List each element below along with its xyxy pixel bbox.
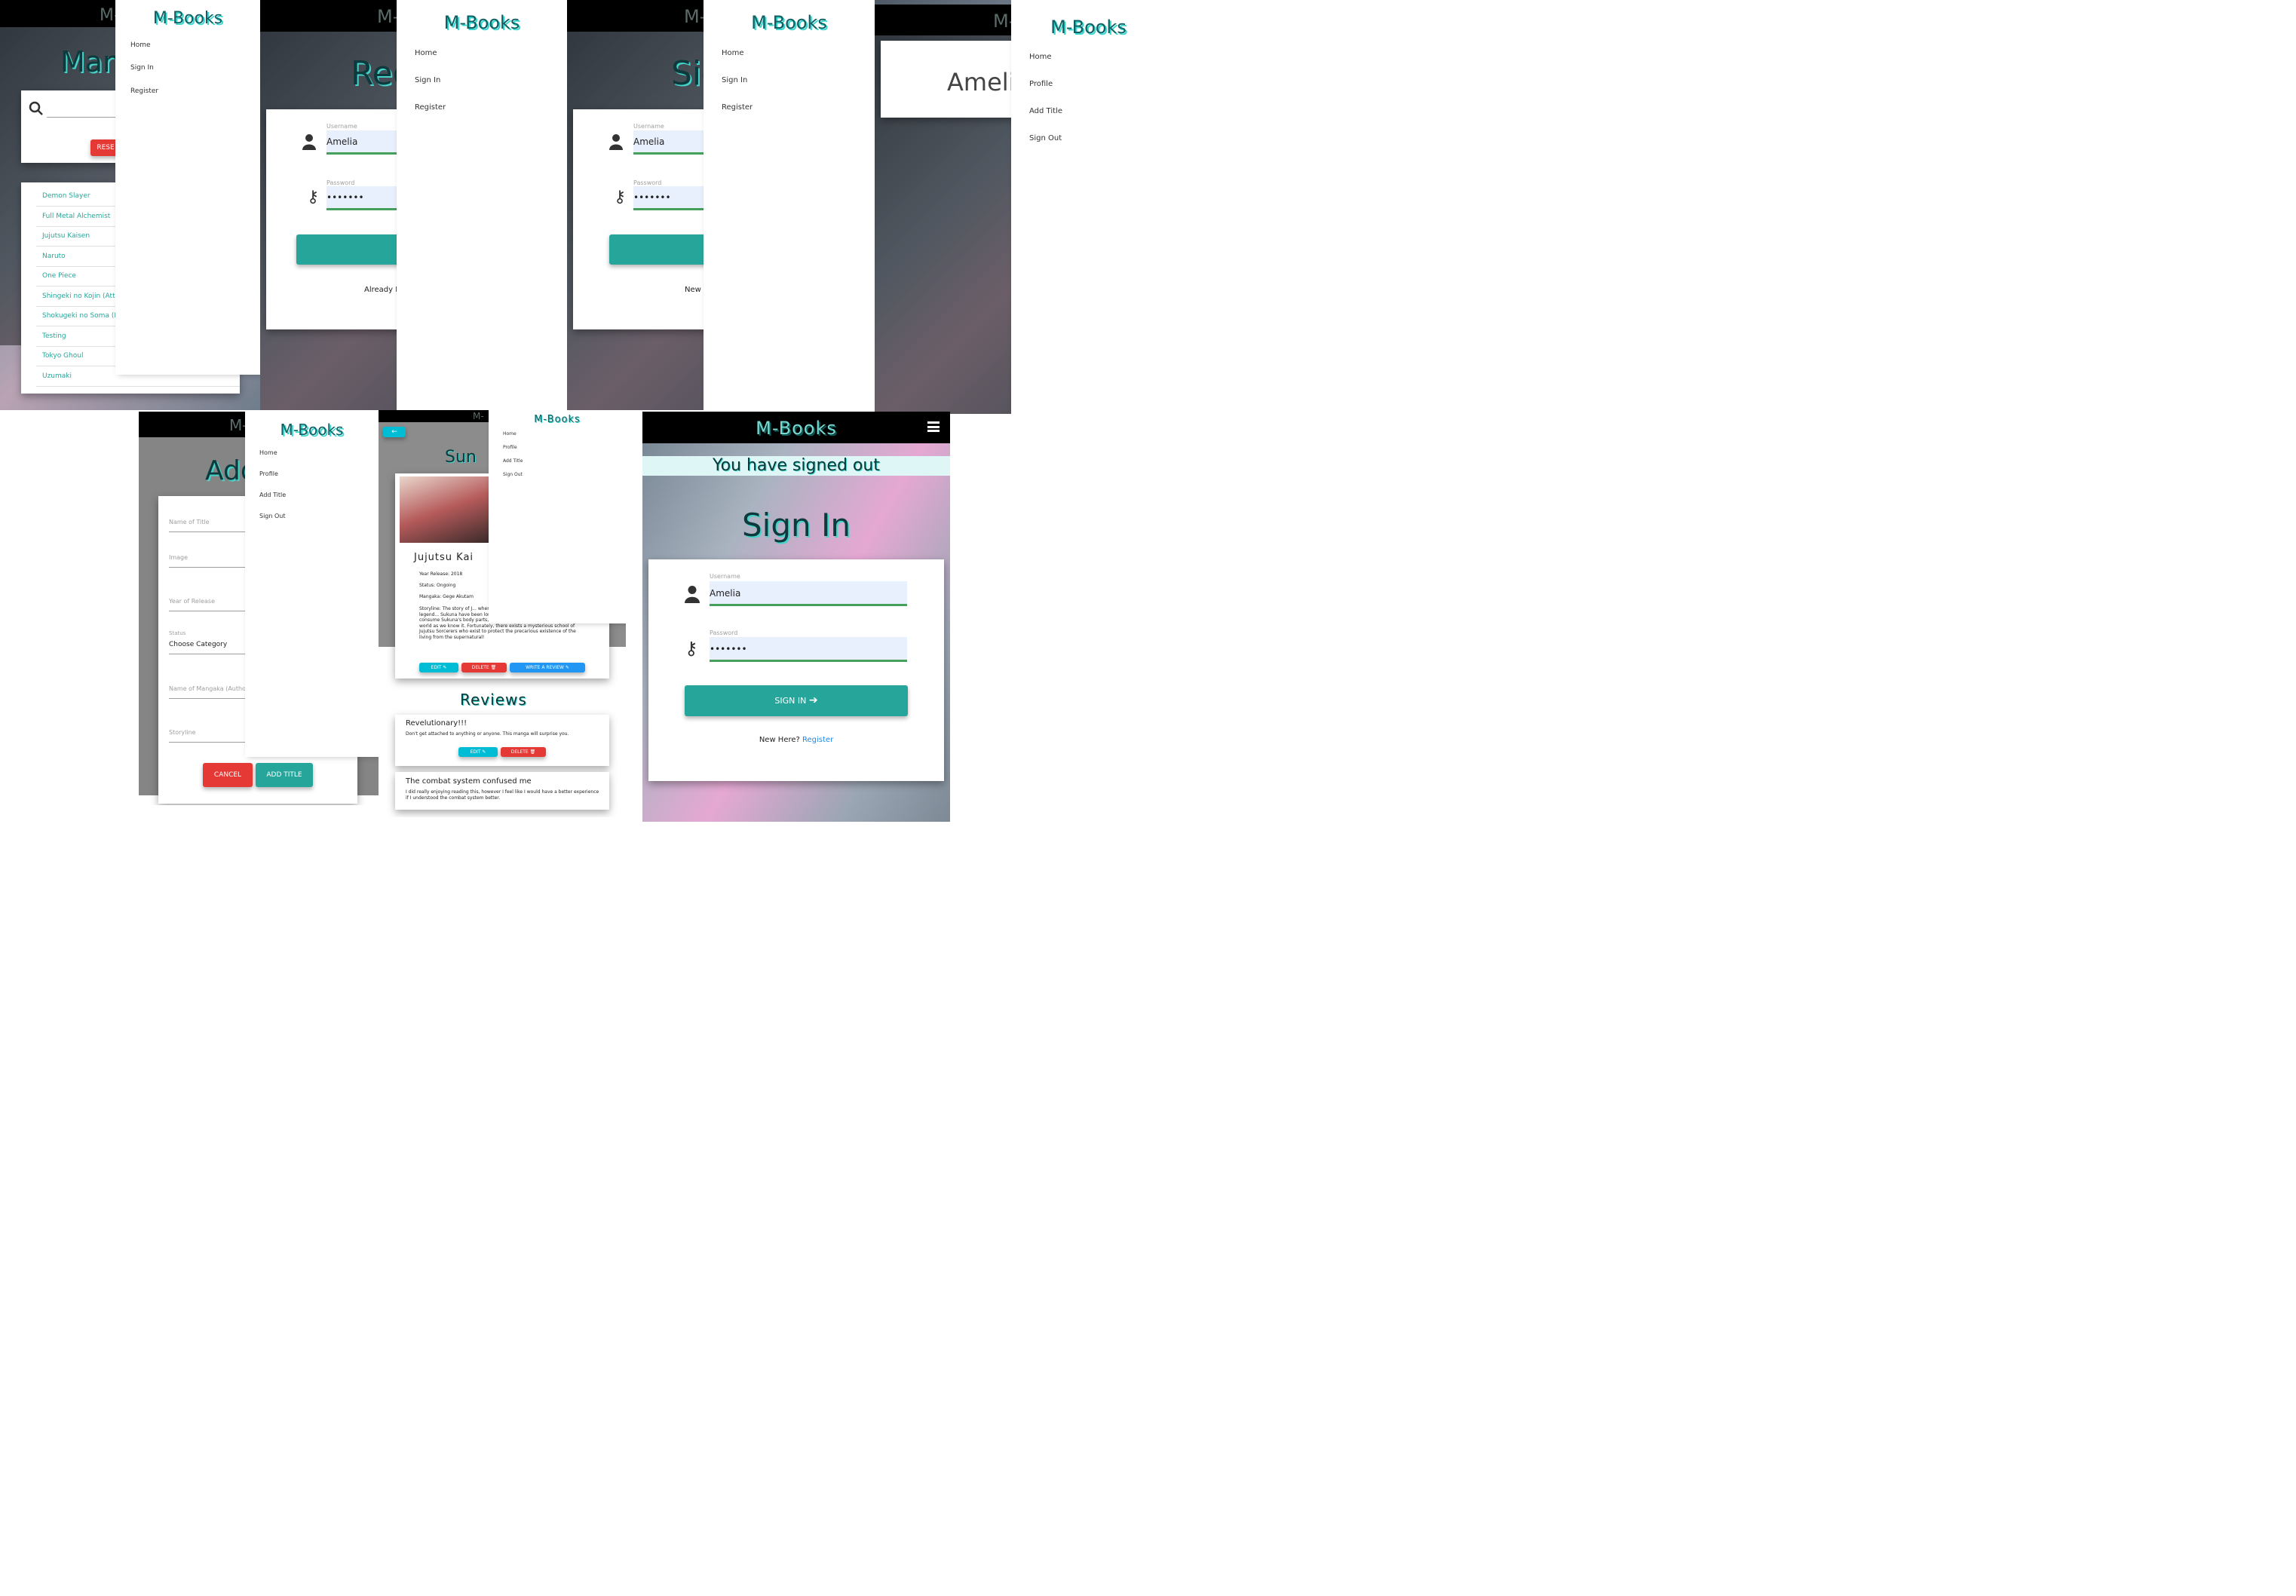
sidenav-item-home[interactable]: Home (259, 449, 277, 456)
sidenav-item-register[interactable]: Register (415, 103, 446, 112)
hamburger-menu-icon[interactable] (927, 421, 940, 432)
mangaka-field[interactable]: Name of Mangaka (Author) (169, 685, 250, 692)
sidenav-item-sign-out[interactable]: Sign Out (259, 513, 286, 519)
register-prompt: New (685, 286, 701, 294)
storyline-field[interactable]: Storyline (169, 729, 196, 736)
year-field[interactable]: Year of Release (169, 598, 215, 605)
login-prompt: Already R (364, 286, 401, 294)
sidenav-item-home[interactable]: Home (722, 49, 744, 57)
sidenav-brand[interactable]: M-Books (489, 414, 626, 425)
key-icon: ⚷ (685, 638, 698, 659)
signin-card: Username Amelia Password ⚷ ••••••• SI Ne… (573, 109, 730, 329)
review-title: Revelutionary!!! (406, 719, 467, 728)
brand-logo[interactable]: M-Books (642, 418, 950, 439)
sidenav: M-Books Home Sign In Register (704, 0, 875, 410)
flash-message: You have signed out (642, 456, 950, 476)
sidenav-item-home[interactable]: Home (503, 431, 517, 437)
key-icon: ⚷ (614, 188, 627, 207)
register-prompt: New Here? Register (759, 736, 834, 744)
cancel-button[interactable]: CANCEL (203, 763, 253, 787)
sidenav-brand[interactable]: M-Books (704, 12, 875, 33)
status-select[interactable]: Choose Category (169, 641, 227, 648)
sidenav-item-add-title[interactable]: Add Title (503, 458, 523, 464)
sidenav: M-Books Home Profile Add Title Sign Out (489, 410, 626, 623)
panel-signed-out: M-Books You have signed out Sign In User… (642, 412, 950, 822)
signin-card: Username Amelia Password ⚷ ••••••• SIGN … (648, 559, 944, 781)
back-button[interactable]: ← (383, 427, 406, 437)
sidenav: M-Books Home Sign In Register (115, 0, 260, 375)
profile-card: Amelia (881, 41, 1030, 118)
write-review-button[interactable]: WRITE A REVIEW ✎ (510, 663, 585, 672)
sidenav: M-Books Home Profile Add Title Sign Out (1011, 0, 1166, 414)
user-icon (685, 586, 700, 603)
review-body: Don't get attached to anything or anyone… (406, 731, 569, 737)
sidenav-brand[interactable]: M-Books (245, 421, 379, 439)
key-icon: ⚷ (307, 188, 320, 207)
sidenav-item-home[interactable]: Home (1029, 53, 1052, 61)
summary-heading: Sun (445, 448, 477, 467)
sidenav-item-sign-out[interactable]: Sign Out (1029, 134, 1062, 142)
brand-fragment[interactable]: M- (377, 6, 399, 27)
sidenav-item-sign-out[interactable]: Sign Out (503, 472, 523, 477)
sign-in-button[interactable]: SIGN IN ➔ (685, 685, 908, 716)
sidenav-item-home[interactable]: Home (130, 41, 151, 49)
page-title: Sign In (742, 507, 851, 544)
search-input[interactable] (47, 117, 119, 118)
title-field[interactable]: Name of Title (169, 519, 210, 525)
sidenav-item-sign-in[interactable]: Sign In (722, 76, 747, 84)
sidenav-brand[interactable]: M-Books (1011, 17, 1166, 38)
panel-add-title: M- Add Name of Title Image Year of Relea… (139, 412, 379, 805)
password-field[interactable]: ••••••• (710, 637, 907, 662)
edit-review-button[interactable]: EDIT ✎ (458, 747, 498, 757)
panel-search: M- Man RESE Demon Slayer Full Metal Alch… (0, 0, 260, 410)
sidenav-item-register[interactable]: Register (130, 87, 158, 95)
sidenav: M-Books Home Profile Add Title Sign Out (245, 412, 379, 757)
search-card: RESE (21, 90, 121, 163)
review-body: I did really enjoying reading this, howe… (406, 789, 599, 801)
panel-signin-nav: M- Sig Username Amelia Password ⚷ ••••••… (567, 0, 875, 410)
book-title: Jujutsu Kai (414, 552, 474, 563)
sidenav-item-profile[interactable]: Profile (259, 470, 278, 477)
add-title-button[interactable]: ADD TITLE (256, 763, 313, 787)
sidenav-item-home[interactable]: Home (415, 49, 437, 57)
sidenav-item-sign-in[interactable]: Sign In (415, 76, 440, 84)
panel-register: M- Reg Username Amelia Password ⚷ ••••••… (260, 0, 567, 410)
sidenav-brand[interactable]: M-Books (397, 12, 567, 33)
delete-review-button[interactable]: DELETE 🗑 (501, 747, 546, 757)
sidenav-brand[interactable]: M-Books (115, 9, 260, 28)
page-title: Man (60, 45, 121, 78)
brand-fragment[interactable]: M- (473, 411, 484, 421)
cover-image (400, 476, 490, 543)
sidenav-item-profile[interactable]: Profile (503, 445, 517, 450)
sidenav-item-profile[interactable]: Profile (1029, 80, 1053, 88)
user-icon (609, 134, 623, 150)
register-link[interactable]: Register (802, 736, 833, 744)
panel-profile: M- Amelia M-Books Home Profile Add Title… (875, 0, 1166, 414)
sidenav-item-add-title[interactable]: Add Title (1029, 107, 1062, 115)
user-icon (302, 134, 316, 150)
brand-fragment[interactable]: M- (684, 6, 706, 27)
review-card: The combat system confused me I did real… (395, 772, 609, 810)
panel-title-details: M- ← Sun Jujutsu Kai Year Release: 2018 … (379, 410, 626, 817)
register-card: Username Amelia Password ⚷ ••••••• RE Al… (266, 109, 425, 329)
search-icon[interactable] (29, 101, 44, 116)
reviews-heading: Reviews (460, 691, 527, 709)
review-card: Revelutionary!!! Don't get attached to a… (395, 715, 609, 766)
username-field[interactable]: Amelia (710, 581, 907, 606)
sign-in-icon: ➔ (808, 694, 818, 706)
navbar: M-Books (642, 412, 950, 443)
edit-button[interactable]: EDIT ✎ (419, 663, 458, 672)
sidenav-item-add-title[interactable]: Add Title (259, 492, 286, 498)
review-title: The combat system confused me (406, 777, 532, 786)
delete-button[interactable]: DELETE 🗑 (461, 663, 507, 672)
sidenav-item-register[interactable]: Register (722, 103, 753, 112)
sidenav: M-Books Home Sign In Register (397, 0, 567, 410)
image-field[interactable]: Image (169, 554, 188, 561)
sidenav-item-sign-in[interactable]: Sign In (130, 64, 154, 72)
